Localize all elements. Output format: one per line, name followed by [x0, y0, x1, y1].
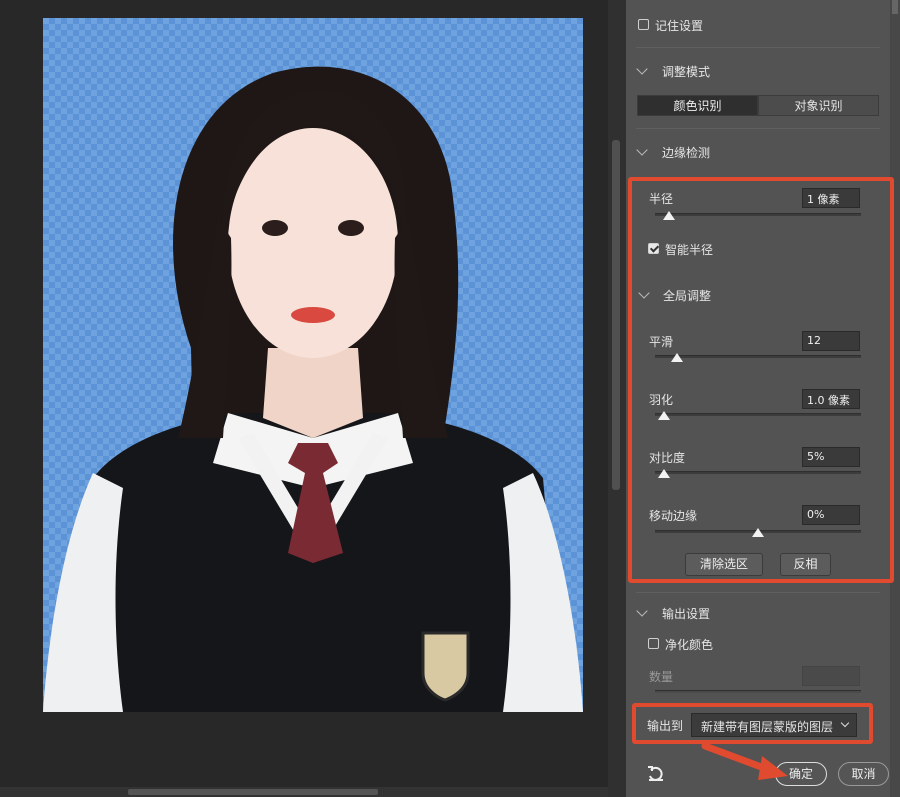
section-divider: [636, 128, 880, 129]
mode-color-recognition[interactable]: 颜色识别: [637, 95, 758, 116]
horizontal-scrollbar-thumb[interactable]: [128, 789, 378, 795]
vertical-scrollbar[interactable]: [608, 0, 626, 797]
mode-object-recognition[interactable]: 对象识别: [758, 95, 879, 116]
output-settings-title[interactable]: 输出设置: [662, 605, 710, 622]
vertical-scrollbar-thumb[interactable]: [612, 140, 620, 490]
highlight-box-edge-global: [628, 177, 894, 583]
edge-detection-title[interactable]: 边缘检测: [662, 144, 710, 161]
adjust-mode-title[interactable]: 调整模式: [662, 63, 710, 80]
amount-slider-track: [655, 690, 861, 693]
horizontal-scrollbar[interactable]: [0, 787, 608, 797]
decontaminate-colors-label: 净化颜色: [665, 638, 714, 652]
section-divider: [636, 592, 880, 593]
section-divider: [636, 47, 880, 48]
amount-input: [802, 666, 860, 686]
reset-icon[interactable]: [646, 764, 666, 784]
canvas-area[interactable]: [0, 0, 608, 797]
remember-settings-checkbox[interactable]: [638, 19, 649, 30]
cancel-button[interactable]: 取消: [838, 762, 889, 786]
panel-scrollbar-thumb[interactable]: [892, 0, 898, 14]
arrow-annotation: [701, 742, 788, 780]
remember-settings-label: 记住设置: [655, 19, 704, 33]
portrait-photo[interactable]: [43, 18, 583, 712]
decontaminate-colors-checkbox[interactable]: [648, 638, 659, 649]
portrait-illustration: [43, 66, 583, 712]
amount-label: 数量: [649, 670, 674, 684]
